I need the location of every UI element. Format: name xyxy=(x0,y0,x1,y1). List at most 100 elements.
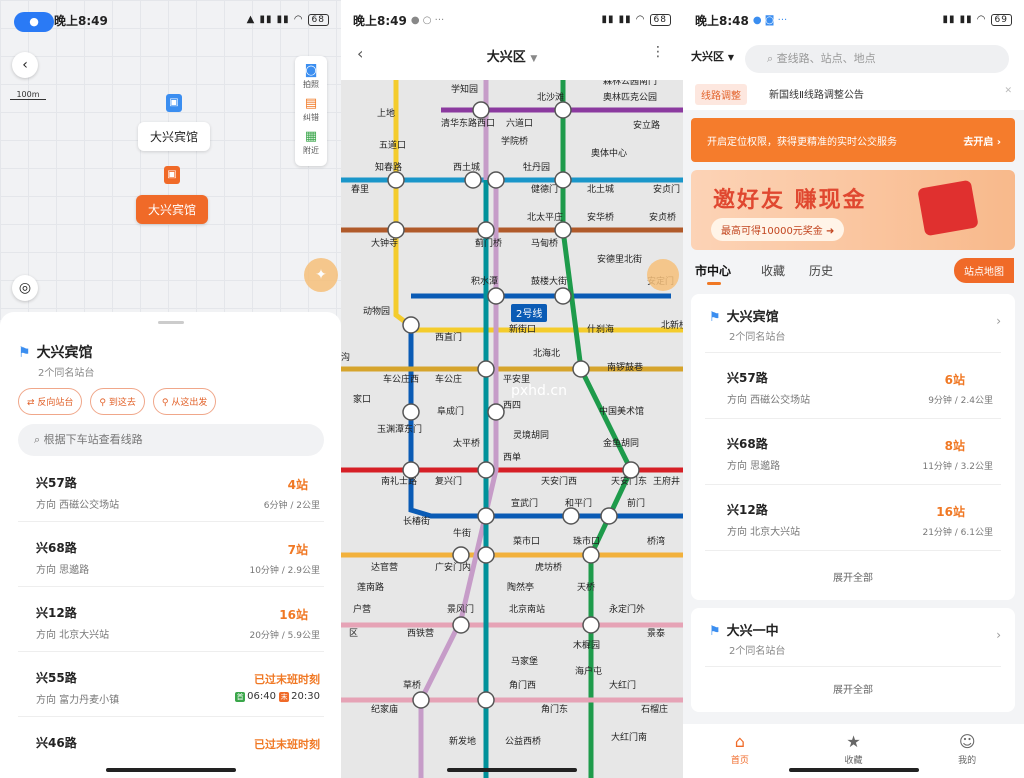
location-prompt[interactable]: 开启定位权限，获得更精准的实时公交服务 去开启 › xyxy=(691,118,1015,162)
map-panel: ● 晚上8:49 ▲ ▮▮ ▮▮ ◠ 68 ‹ 100m ◙ 拍照 ▤ 纠错 ▦ 附近 … xyxy=(0,0,341,778)
route-time: 6分钟 / 2公里 xyxy=(263,501,320,511)
metro-station-label: 学院桥 xyxy=(501,135,528,147)
metro-station-label: 西单 xyxy=(503,451,521,463)
metro-station-label: 金鱼胡同 xyxy=(603,437,639,449)
more-icon[interactable]: ⋮ xyxy=(651,44,665,60)
tab-city-center[interactable]: 市中心 xyxy=(695,262,731,279)
stop-flag-icon: ⚑ xyxy=(709,624,721,639)
station-map-button[interactable]: 站点地图 xyxy=(954,258,1014,283)
stop-flag-icon: ⚑ xyxy=(709,310,721,325)
station-subtitle: 2个同名站台 xyxy=(729,646,786,657)
chevron-down-icon: ▼ xyxy=(727,53,734,62)
route-stops: 7站 xyxy=(287,543,308,557)
status-time: 晚上8:48 xyxy=(695,13,749,28)
metro-station-label: 前门 xyxy=(627,497,645,509)
metro-station-label: 阜成门 xyxy=(437,405,464,417)
go-here-button[interactable]: ⚲ 到这去 xyxy=(90,388,145,415)
bus-stop-active-icon[interactable]: ▣ xyxy=(164,166,180,184)
route-direction: 方向 西磁公交场站 xyxy=(727,395,811,406)
star-icon: ★ xyxy=(846,732,861,751)
report-button[interactable]: ▤ 纠错 xyxy=(295,96,327,123)
metro-station-label: 安贞门 xyxy=(653,183,680,195)
tab-favorites[interactable]: 收藏 xyxy=(761,262,785,279)
invite-banner[interactable]: 邀好友 赚现金 最高可得10000元奖金 ➜ xyxy=(691,170,1015,250)
status-time: 晚上8:49 xyxy=(353,13,407,28)
station-map-label[interactable]: 大兴宾馆 xyxy=(138,122,211,151)
route-name: 兴57路 xyxy=(36,476,77,490)
reverse-station-button[interactable]: ⇄ 反向站台 xyxy=(18,388,83,415)
chevron-down-icon: ▼ xyxy=(530,54,538,64)
metro-station-label: 安华桥 xyxy=(587,211,614,223)
route-row[interactable]: 兴68路 方向 思邈路 8站 11分钟 / 3.2公里 xyxy=(705,418,1001,484)
home-indicator xyxy=(447,768,577,772)
station-subtitle: 2个同名站台 xyxy=(729,332,786,343)
station-card[interactable]: ⚑ 大兴宾馆 2个同名站台 › 兴57路 方向 西磁公交场站 6站 9分钟 / 2… xyxy=(691,294,1015,600)
signal-icon: ▲ ▮▮ ▮▮ ◠ 68 xyxy=(247,14,329,26)
station-subtitle: 2个同名站台 xyxy=(38,368,95,379)
metro-station-label: 学知园 xyxy=(451,83,478,95)
metro-station-label: 草桥 xyxy=(403,679,421,691)
nearby-button[interactable]: ▦ 附近 xyxy=(295,129,327,156)
route-row[interactable]: 兴55路 方向 富力丹麦小镇 已过末班时刻 首 06:40 末 20:30 xyxy=(18,657,324,717)
route-row[interactable]: 兴12路 方向 北京大兴站 16站 21分钟 / 6.1公里 xyxy=(705,484,1001,550)
expand-all-button[interactable]: 展开全部 xyxy=(705,681,1001,696)
search-input[interactable]: ⌕ 查线路、站点、地点 xyxy=(745,45,1009,73)
route-name: 兴46路 xyxy=(36,736,77,750)
chevron-right-icon[interactable]: › xyxy=(996,628,1001,642)
metro-station-label: 灵境胡同 xyxy=(513,429,549,441)
last-bus-status: 已过末班时刻 xyxy=(254,738,320,751)
transfer-station-icon xyxy=(622,461,640,479)
signal-icon: ▮▮ ▮▮ ◠ 69 xyxy=(942,14,1012,26)
home-indicator xyxy=(105,768,236,772)
metro-station-label: 中国美术馆 xyxy=(599,405,644,417)
status-time: 晚上8:49 xyxy=(54,13,108,28)
locate-button[interactable]: ◎ xyxy=(12,275,38,301)
transfer-station-icon xyxy=(477,691,495,709)
station-card[interactable]: ⚑ 大兴一中 2个同名站台 › 展开全部 xyxy=(691,608,1015,712)
transfer-station-icon xyxy=(477,507,495,525)
route-row[interactable]: 兴57路 方向 西磁公交场站 4站 6分钟 / 2公里 xyxy=(18,462,324,522)
banner-title: 邀好友 赚现金 xyxy=(713,188,867,213)
metro-station-label: 什刹海 xyxy=(587,323,614,335)
depart-here-button[interactable]: ⚲ 从这出发 xyxy=(152,388,217,415)
chevron-right-icon[interactable]: › xyxy=(996,314,1001,328)
transfer-station-icon xyxy=(477,546,495,564)
route-time: 11分钟 / 3.2公里 xyxy=(922,462,993,472)
route-time: 10分钟 / 2.9公里 xyxy=(249,566,320,576)
notice-bar[interactable]: 线路调整 新国线Ⅱ线路调整公告 ✕ xyxy=(683,76,1024,110)
line2-badge: 2号线 xyxy=(516,307,542,320)
route-search-input[interactable]: ⌕ 根据下车站查看线路 xyxy=(18,424,324,456)
red-envelope-icon xyxy=(917,179,979,237)
enable-location-button[interactable]: 去开启 › xyxy=(963,133,1001,148)
close-icon[interactable]: ✕ xyxy=(1004,86,1012,96)
district-selector[interactable]: 大兴区 ▼ xyxy=(691,48,734,64)
notice-badge: 线路调整 xyxy=(695,84,747,105)
route-direction: 方向 北京大兴站 xyxy=(36,630,110,641)
assistant-float-icon[interactable]: ✦ xyxy=(304,258,338,292)
tab-history[interactable]: 历史 xyxy=(809,262,833,279)
camera-button[interactable]: ◙ 拍照 xyxy=(295,63,327,90)
metro-station-label: 车公庄西 xyxy=(383,373,419,385)
route-row[interactable]: 兴68路 方向 思邈路 7站 10分钟 / 2.9公里 xyxy=(18,527,324,587)
expand-all-button[interactable]: 展开全部 xyxy=(705,569,1001,584)
metro-station-label: 牡丹园 xyxy=(523,161,550,173)
metro-station-label: 莲南路 xyxy=(357,581,384,593)
metro-station-label: 北新桥 xyxy=(661,319,683,331)
transfer-station-icon xyxy=(487,403,505,421)
district-title[interactable]: 大兴区 ▼ xyxy=(341,46,683,65)
station-map-label-active[interactable]: 大兴宾馆 xyxy=(136,195,209,224)
route-stops: 6站 xyxy=(944,373,965,387)
metro-station-label: 复兴门 xyxy=(435,475,462,487)
bus-stop-icon[interactable]: ▣ xyxy=(166,94,182,112)
route-row[interactable]: 兴57路 方向 西磁公交场站 6站 9分钟 / 2.4公里 xyxy=(705,352,1001,418)
nav-home[interactable]: ⌂ 首页 xyxy=(683,724,797,778)
back-button[interactable]: ‹ xyxy=(12,52,38,78)
station-sheet: ⚑ 大兴宾馆 2个同名站台 ⇄ 反向站台 ⚲ 到这去 ⚲ 从这出发 ⌕ 根据下车站… xyxy=(0,312,341,778)
subway-map[interactable]: 学知园上地清华东路西口 六道口 北沙滩 奥林匹克公园安立路 森林公园南门五道口 学院桥奥体… xyxy=(341,80,683,778)
nav-profile[interactable]: ☺ 我的 xyxy=(910,724,1024,778)
sheet-handle[interactable] xyxy=(157,321,184,324)
camera-icon: ◙ xyxy=(304,63,318,78)
route-name: 兴12路 xyxy=(36,606,77,620)
map-canvas[interactable] xyxy=(0,0,341,320)
route-row[interactable]: 兴12路 方向 北京大兴站 16站 20分钟 / 5.9公里 xyxy=(18,592,324,652)
